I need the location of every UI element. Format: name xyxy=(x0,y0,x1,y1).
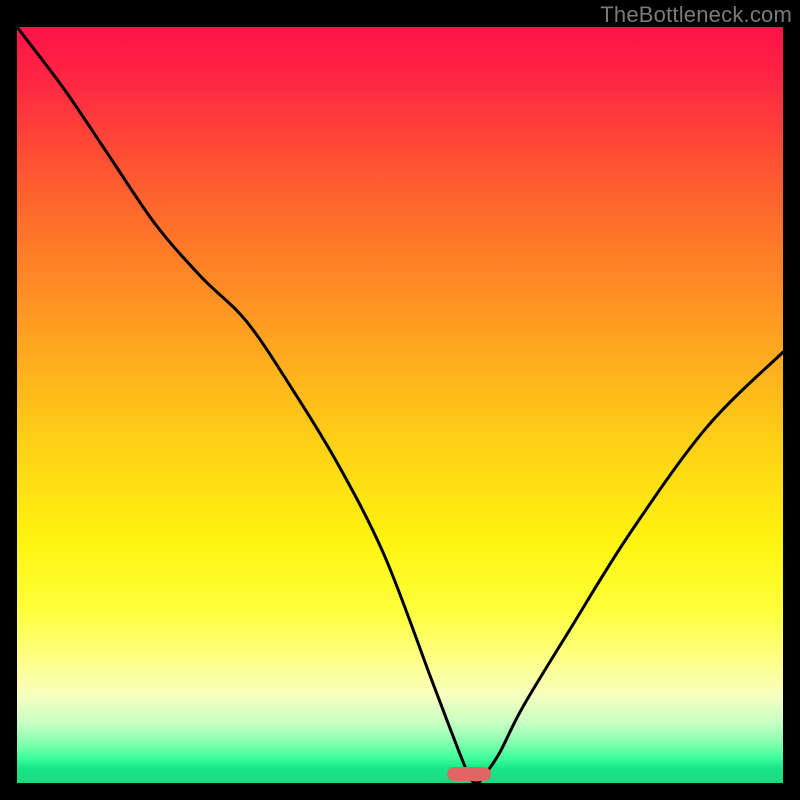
optimal-marker xyxy=(447,767,491,781)
plot-area xyxy=(17,27,783,783)
chart-frame: TheBottleneck.com xyxy=(0,0,800,800)
watermark-text: TheBottleneck.com xyxy=(600,2,792,28)
bottleneck-curve xyxy=(17,27,783,783)
